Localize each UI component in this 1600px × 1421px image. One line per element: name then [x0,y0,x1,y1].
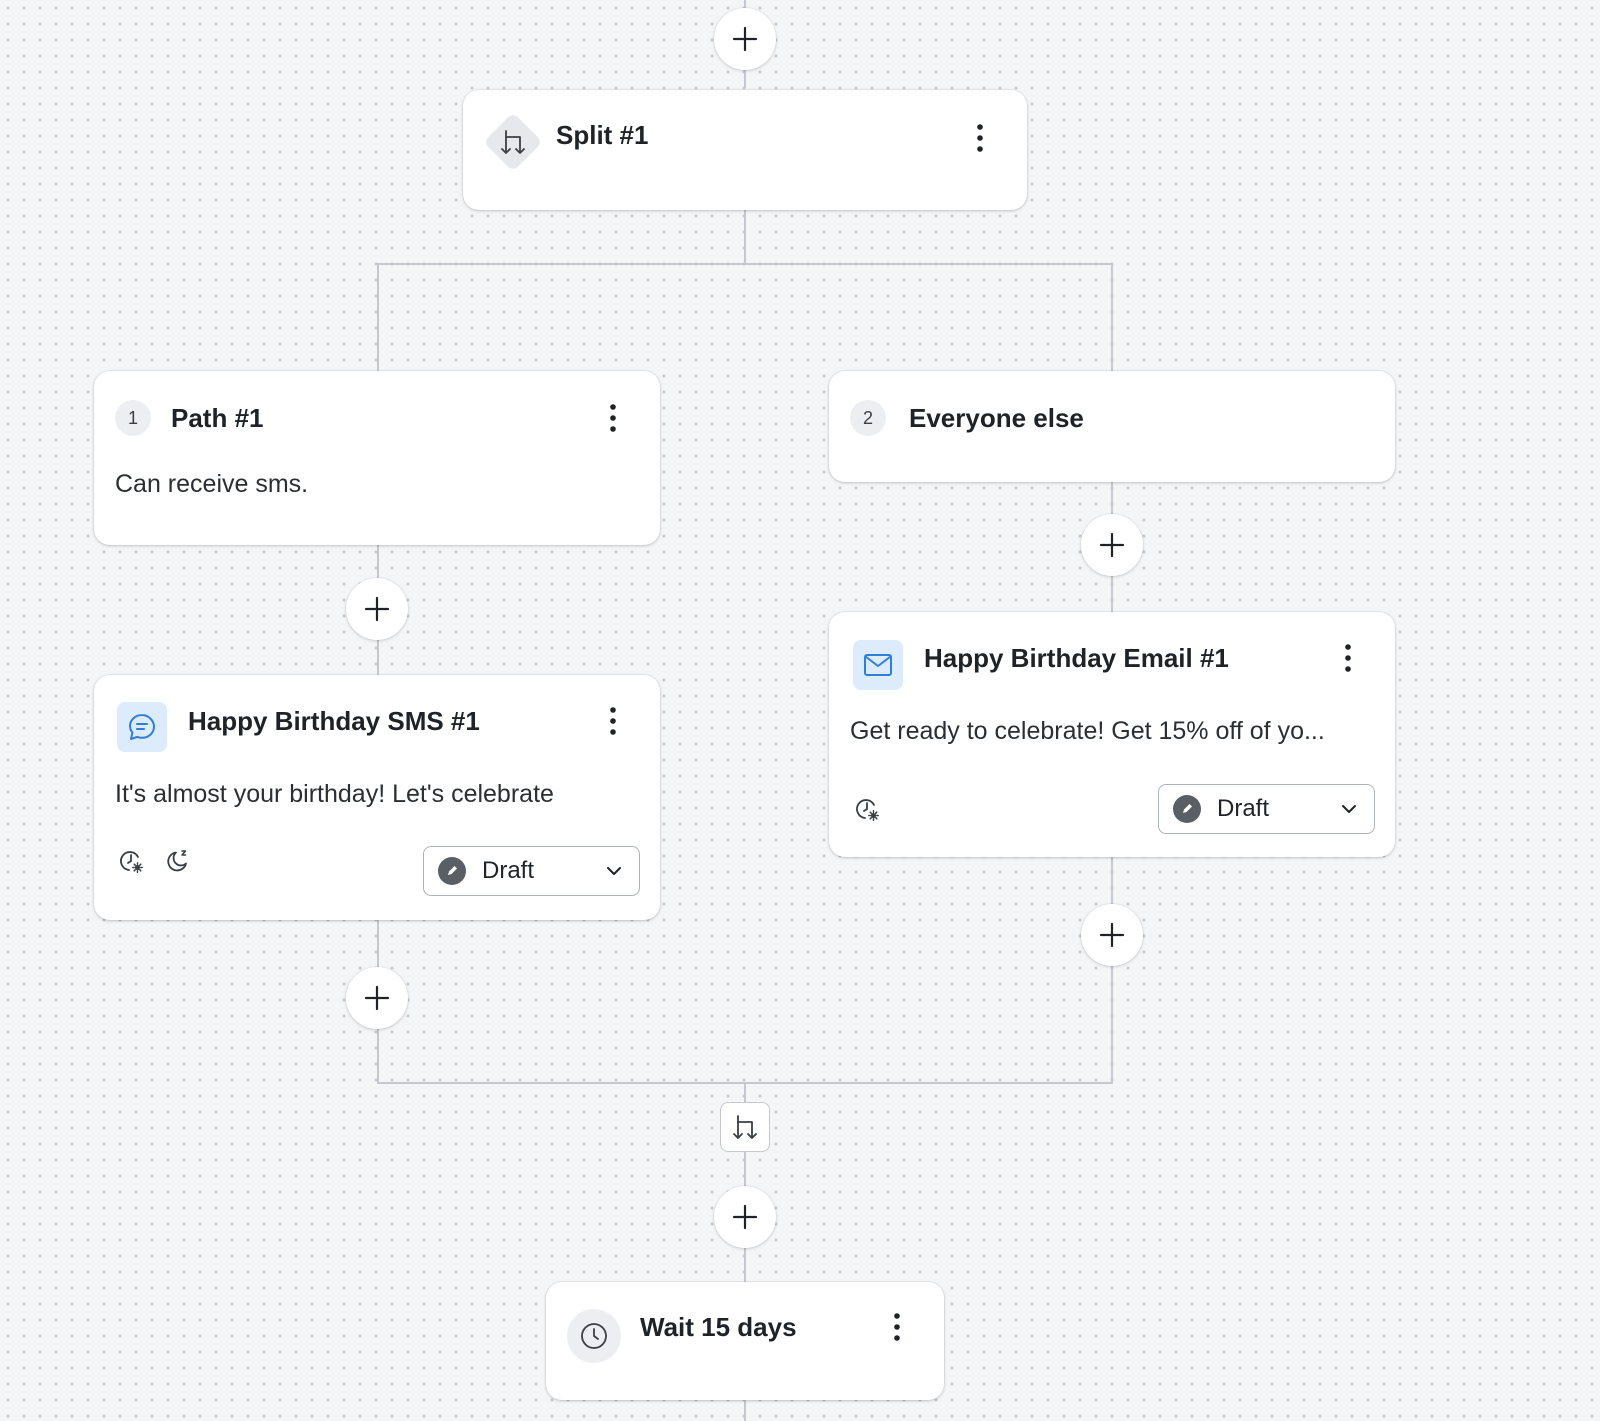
sms-message-card[interactable]: Happy Birthday SMS #1 It's almost your b… [94,675,660,920]
more-vertical-icon [610,707,616,735]
connector-line [1111,263,1113,371]
split-icon [483,112,543,172]
connector-line [377,263,1113,265]
more-vertical-icon [610,404,616,432]
connector-line [1111,857,1113,1084]
smart-sending-icon [116,846,146,876]
path-title: Everyone else [909,403,1084,433]
path-condition: Can receive sms. [115,470,309,498]
quiet-hours-icon [163,846,193,876]
split-more-menu-button[interactable] [968,120,992,156]
sms-more-menu-button[interactable] [601,703,625,739]
plus-icon [364,985,390,1011]
plus-icon [364,596,390,622]
add-step-button[interactable] [1081,904,1143,966]
more-vertical-icon [977,124,983,152]
sms-title: Happy Birthday SMS #1 [188,706,480,736]
path-card-2[interactable]: 2 Everyone else [829,371,1395,482]
add-step-button[interactable] [1081,514,1143,576]
plus-icon [1099,532,1125,558]
draft-status-icon [1173,795,1201,823]
sms-status-label: Draft [482,857,535,884]
email-more-menu-button[interactable] [1336,640,1360,676]
smart-sending-icon [852,794,882,824]
chat-bubble-icon [129,714,155,740]
more-vertical-icon [1345,644,1351,672]
add-step-button[interactable] [346,578,408,640]
email-preview: Get ready to celebrate! Get 15% off of y… [850,717,1325,745]
connector-line [744,210,746,264]
path-title: Path #1 [171,403,264,433]
wait-more-menu-button[interactable] [885,1309,909,1345]
more-vertical-icon [894,1313,900,1341]
split-title: Split #1 [556,120,649,150]
path-number-badge: 2 [850,400,886,436]
add-step-button[interactable] [714,1186,776,1248]
flow-canvas: Split #1 1 Path #1 Can receive sms. 2 Ev… [0,0,1600,1421]
merge-icon [733,1115,757,1139]
email-title: Happy Birthday Email #1 [924,643,1229,673]
draft-status-icon [438,857,466,885]
sms-channel-icon-tile [117,702,167,752]
plus-icon [732,1204,758,1230]
path-more-menu-button[interactable] [601,400,625,436]
chevron-down-icon [605,865,623,877]
sms-preview: It's almost your birthday! Let's celebra… [115,780,554,808]
connector-line [744,1400,746,1421]
email-channel-icon-tile [853,640,903,690]
email-message-card[interactable]: Happy Birthday Email #1 Get ready to cel… [829,612,1395,857]
envelope-icon [864,654,892,676]
add-step-button[interactable] [346,967,408,1029]
plus-icon [732,26,758,52]
add-step-button[interactable] [714,8,776,70]
chevron-down-icon [1340,803,1358,815]
email-status-dropdown[interactable]: Draft [1158,784,1375,834]
wait-card[interactable]: Wait 15 days [546,1282,944,1400]
split-merge-node[interactable] [720,1102,770,1152]
path-card-1[interactable]: 1 Path #1 Can receive sms. [94,371,660,545]
path-number-badge: 1 [115,400,151,436]
clock-icon [567,1309,621,1363]
connector-line [377,263,379,371]
sms-status-dropdown[interactable]: Draft [423,846,640,896]
split-card[interactable]: Split #1 [463,90,1027,210]
email-status-label: Draft [1217,795,1270,822]
wait-title: Wait 15 days [640,1312,797,1342]
plus-icon [1099,922,1125,948]
connector-line [744,1082,746,1102]
